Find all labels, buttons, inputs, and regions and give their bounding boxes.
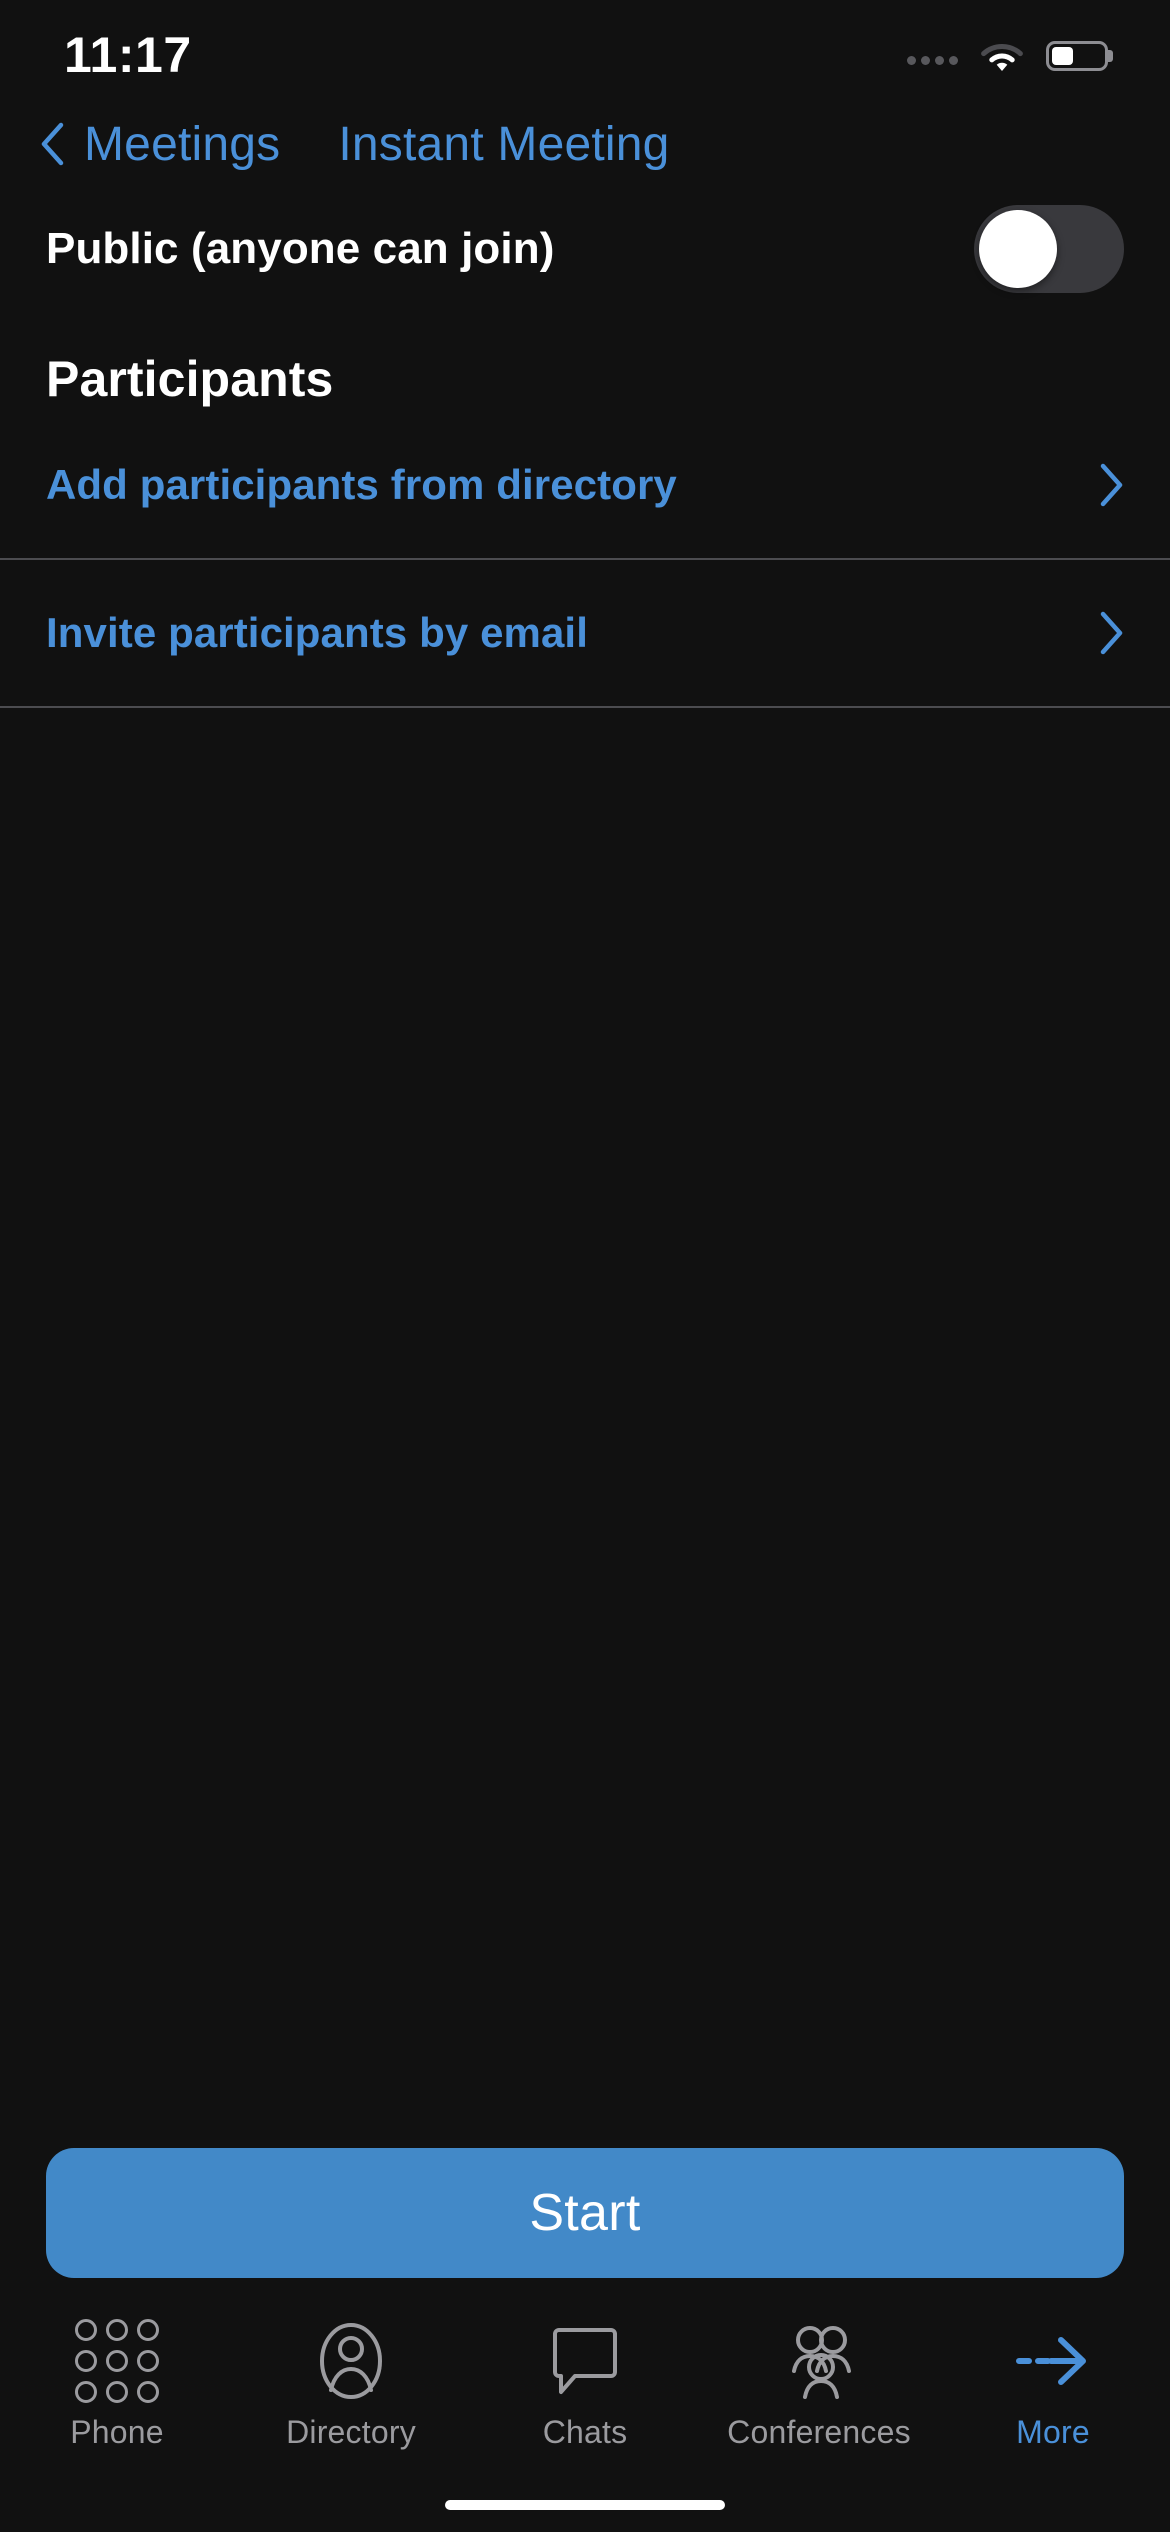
tab-label-directory: Directory	[286, 2414, 416, 2450]
main-content: Public (anyone can join) Participants Ad…	[0, 194, 1170, 708]
public-toggle-knob	[979, 210, 1057, 288]
navigation-bar: Meetings Instant Meeting	[0, 94, 1170, 194]
public-toggle-switch[interactable]	[974, 205, 1124, 293]
tab-label-more: More	[1016, 2414, 1090, 2450]
add-participants-from-directory-row[interactable]: Add participants from directory	[0, 412, 1170, 558]
dialpad-icon	[75, 2319, 159, 2403]
section-bottom-divider	[0, 706, 1170, 708]
chevron-left-icon	[41, 122, 64, 166]
status-bar-icons	[907, 40, 1113, 72]
add-participants-from-directory-label: Add participants from directory	[46, 461, 677, 508]
tab-label-chats: Chats	[542, 2414, 628, 2450]
wifi-icon	[981, 44, 1023, 71]
start-button[interactable]: Start	[46, 2148, 1124, 2278]
tab-item-directory[interactable]: Directory	[234, 2322, 468, 2451]
invite-participants-by-email-label: Invite participants by email	[46, 609, 588, 656]
chevron-right-icon	[1100, 611, 1123, 655]
chevron-right-icon	[1100, 463, 1123, 507]
status-bar: 11:17	[0, 0, 1170, 100]
public-toggle-label: Public (anyone can join)	[46, 224, 555, 273]
start-button-label: Start	[529, 2184, 641, 2242]
invite-participants-by-email-row[interactable]: Invite participants by email	[0, 560, 1170, 706]
battery-icon	[1046, 41, 1113, 71]
tab-item-chats[interactable]: Chats	[468, 2322, 702, 2451]
participants-section-title: Participants	[46, 351, 334, 407]
page-title: Instant Meeting	[338, 117, 670, 171]
arrow-right-icon	[1015, 2322, 1091, 2400]
tab-bar: Phone Directory Chats Conferences More	[0, 2306, 1170, 2472]
tab-label-conferences: Conferences	[727, 2414, 911, 2450]
person-icon	[318, 2322, 384, 2400]
public-toggle-row[interactable]: Public (anyone can join)	[0, 194, 1170, 304]
signal-dots-icon	[907, 47, 958, 65]
home-indicator[interactable]	[445, 2500, 725, 2510]
tab-label-phone: Phone	[70, 2414, 164, 2450]
start-button-container: Start	[0, 2148, 1170, 2278]
tab-item-more[interactable]: More	[936, 2322, 1170, 2451]
people-group-icon	[780, 2322, 858, 2400]
back-button[interactable]: Meetings	[40, 117, 280, 172]
status-bar-time: 11:17	[64, 27, 192, 83]
tab-item-phone[interactable]: Phone	[0, 2319, 234, 2451]
back-button-label: Meetings	[84, 117, 281, 171]
chat-bubble-icon	[551, 2322, 619, 2400]
tab-item-conferences[interactable]: Conferences	[702, 2322, 936, 2451]
